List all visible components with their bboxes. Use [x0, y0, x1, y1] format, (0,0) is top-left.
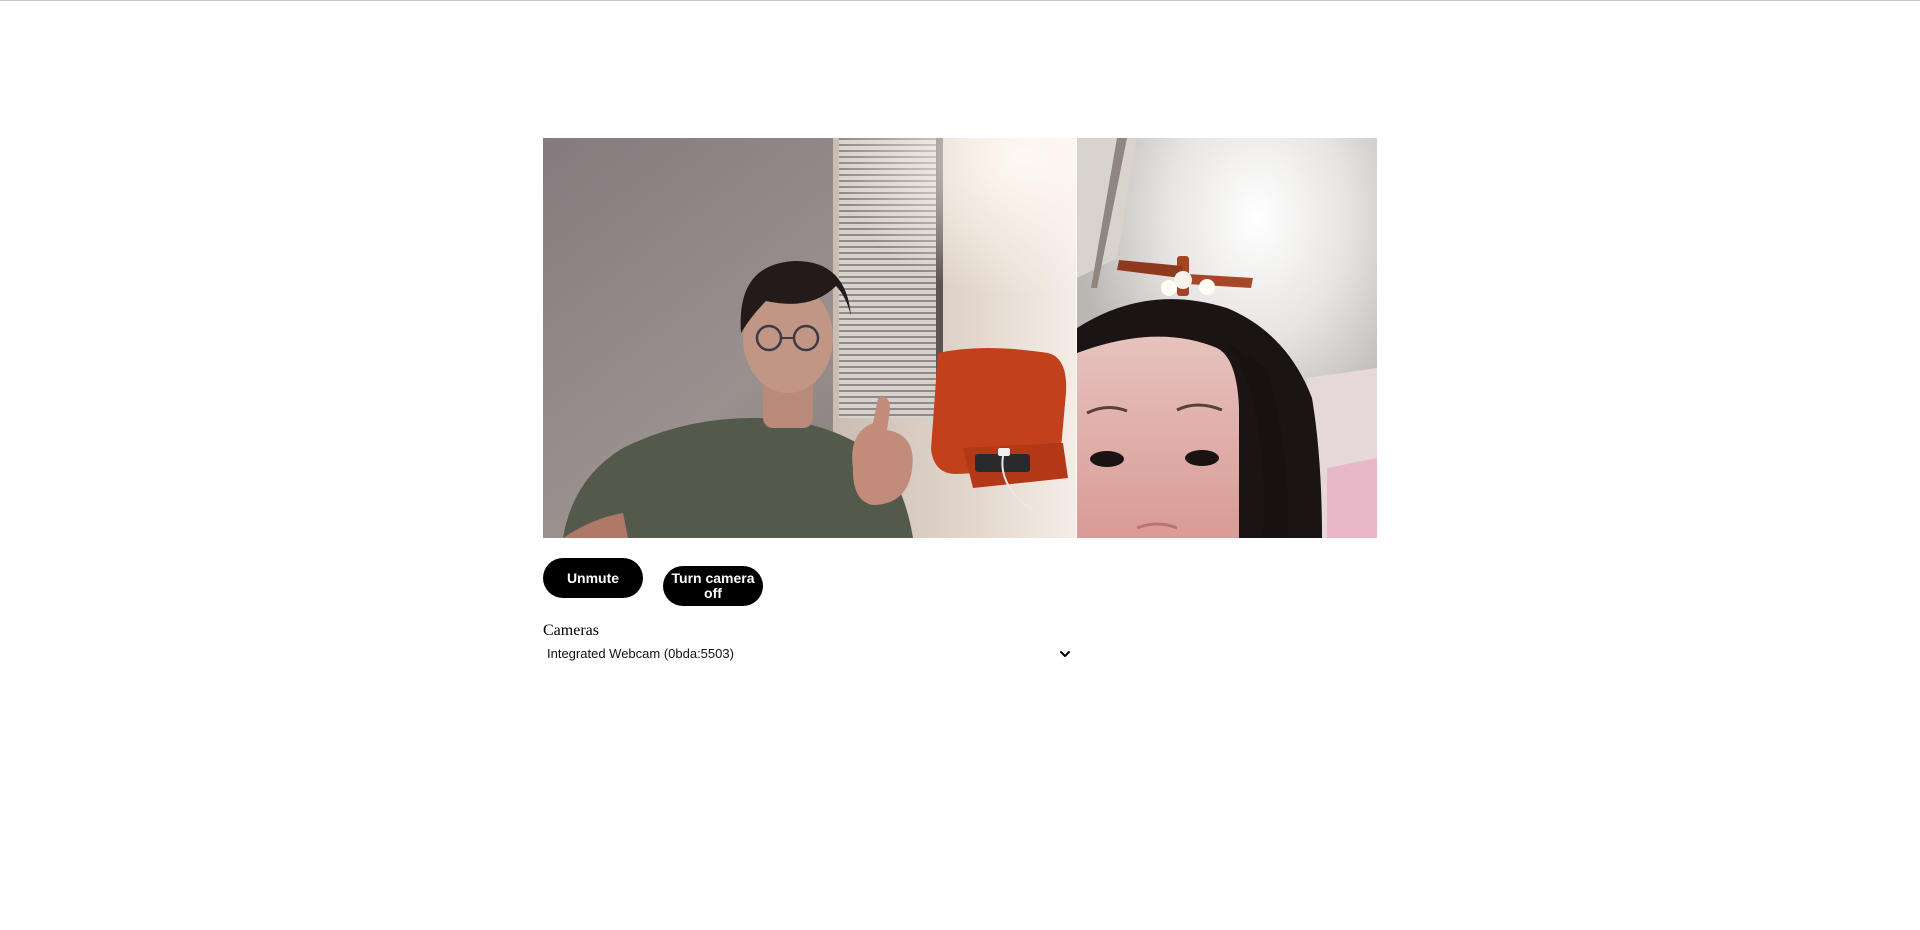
camera-select-wrapper[interactable]: Integrated Webcam (0bda:5503) — [543, 643, 1076, 665]
remote-video — [1077, 138, 1377, 538]
local-video-frame — [543, 138, 1076, 538]
call-controls: Unmute Turn camera off — [543, 558, 1378, 608]
camera-select[interactable]: Integrated Webcam (0bda:5503) — [543, 643, 1076, 665]
turn-camera-off-button[interactable]: Turn camera off — [663, 566, 763, 606]
cameras-label: Cameras — [543, 622, 599, 639]
chevron-down-icon[interactable] — [1058, 647, 1072, 661]
camera-selector: Cameras Integrated Webcam (0bda:5503) — [543, 622, 1378, 665]
video-grid — [543, 138, 1378, 538]
local-video — [543, 138, 1076, 538]
video-call-page: Unmute Turn camera off Cameras Integrate… — [543, 138, 1378, 665]
top-border — [0, 0, 1920, 1]
remote-video-frame — [1077, 138, 1377, 538]
unmute-button[interactable]: Unmute — [543, 558, 643, 598]
